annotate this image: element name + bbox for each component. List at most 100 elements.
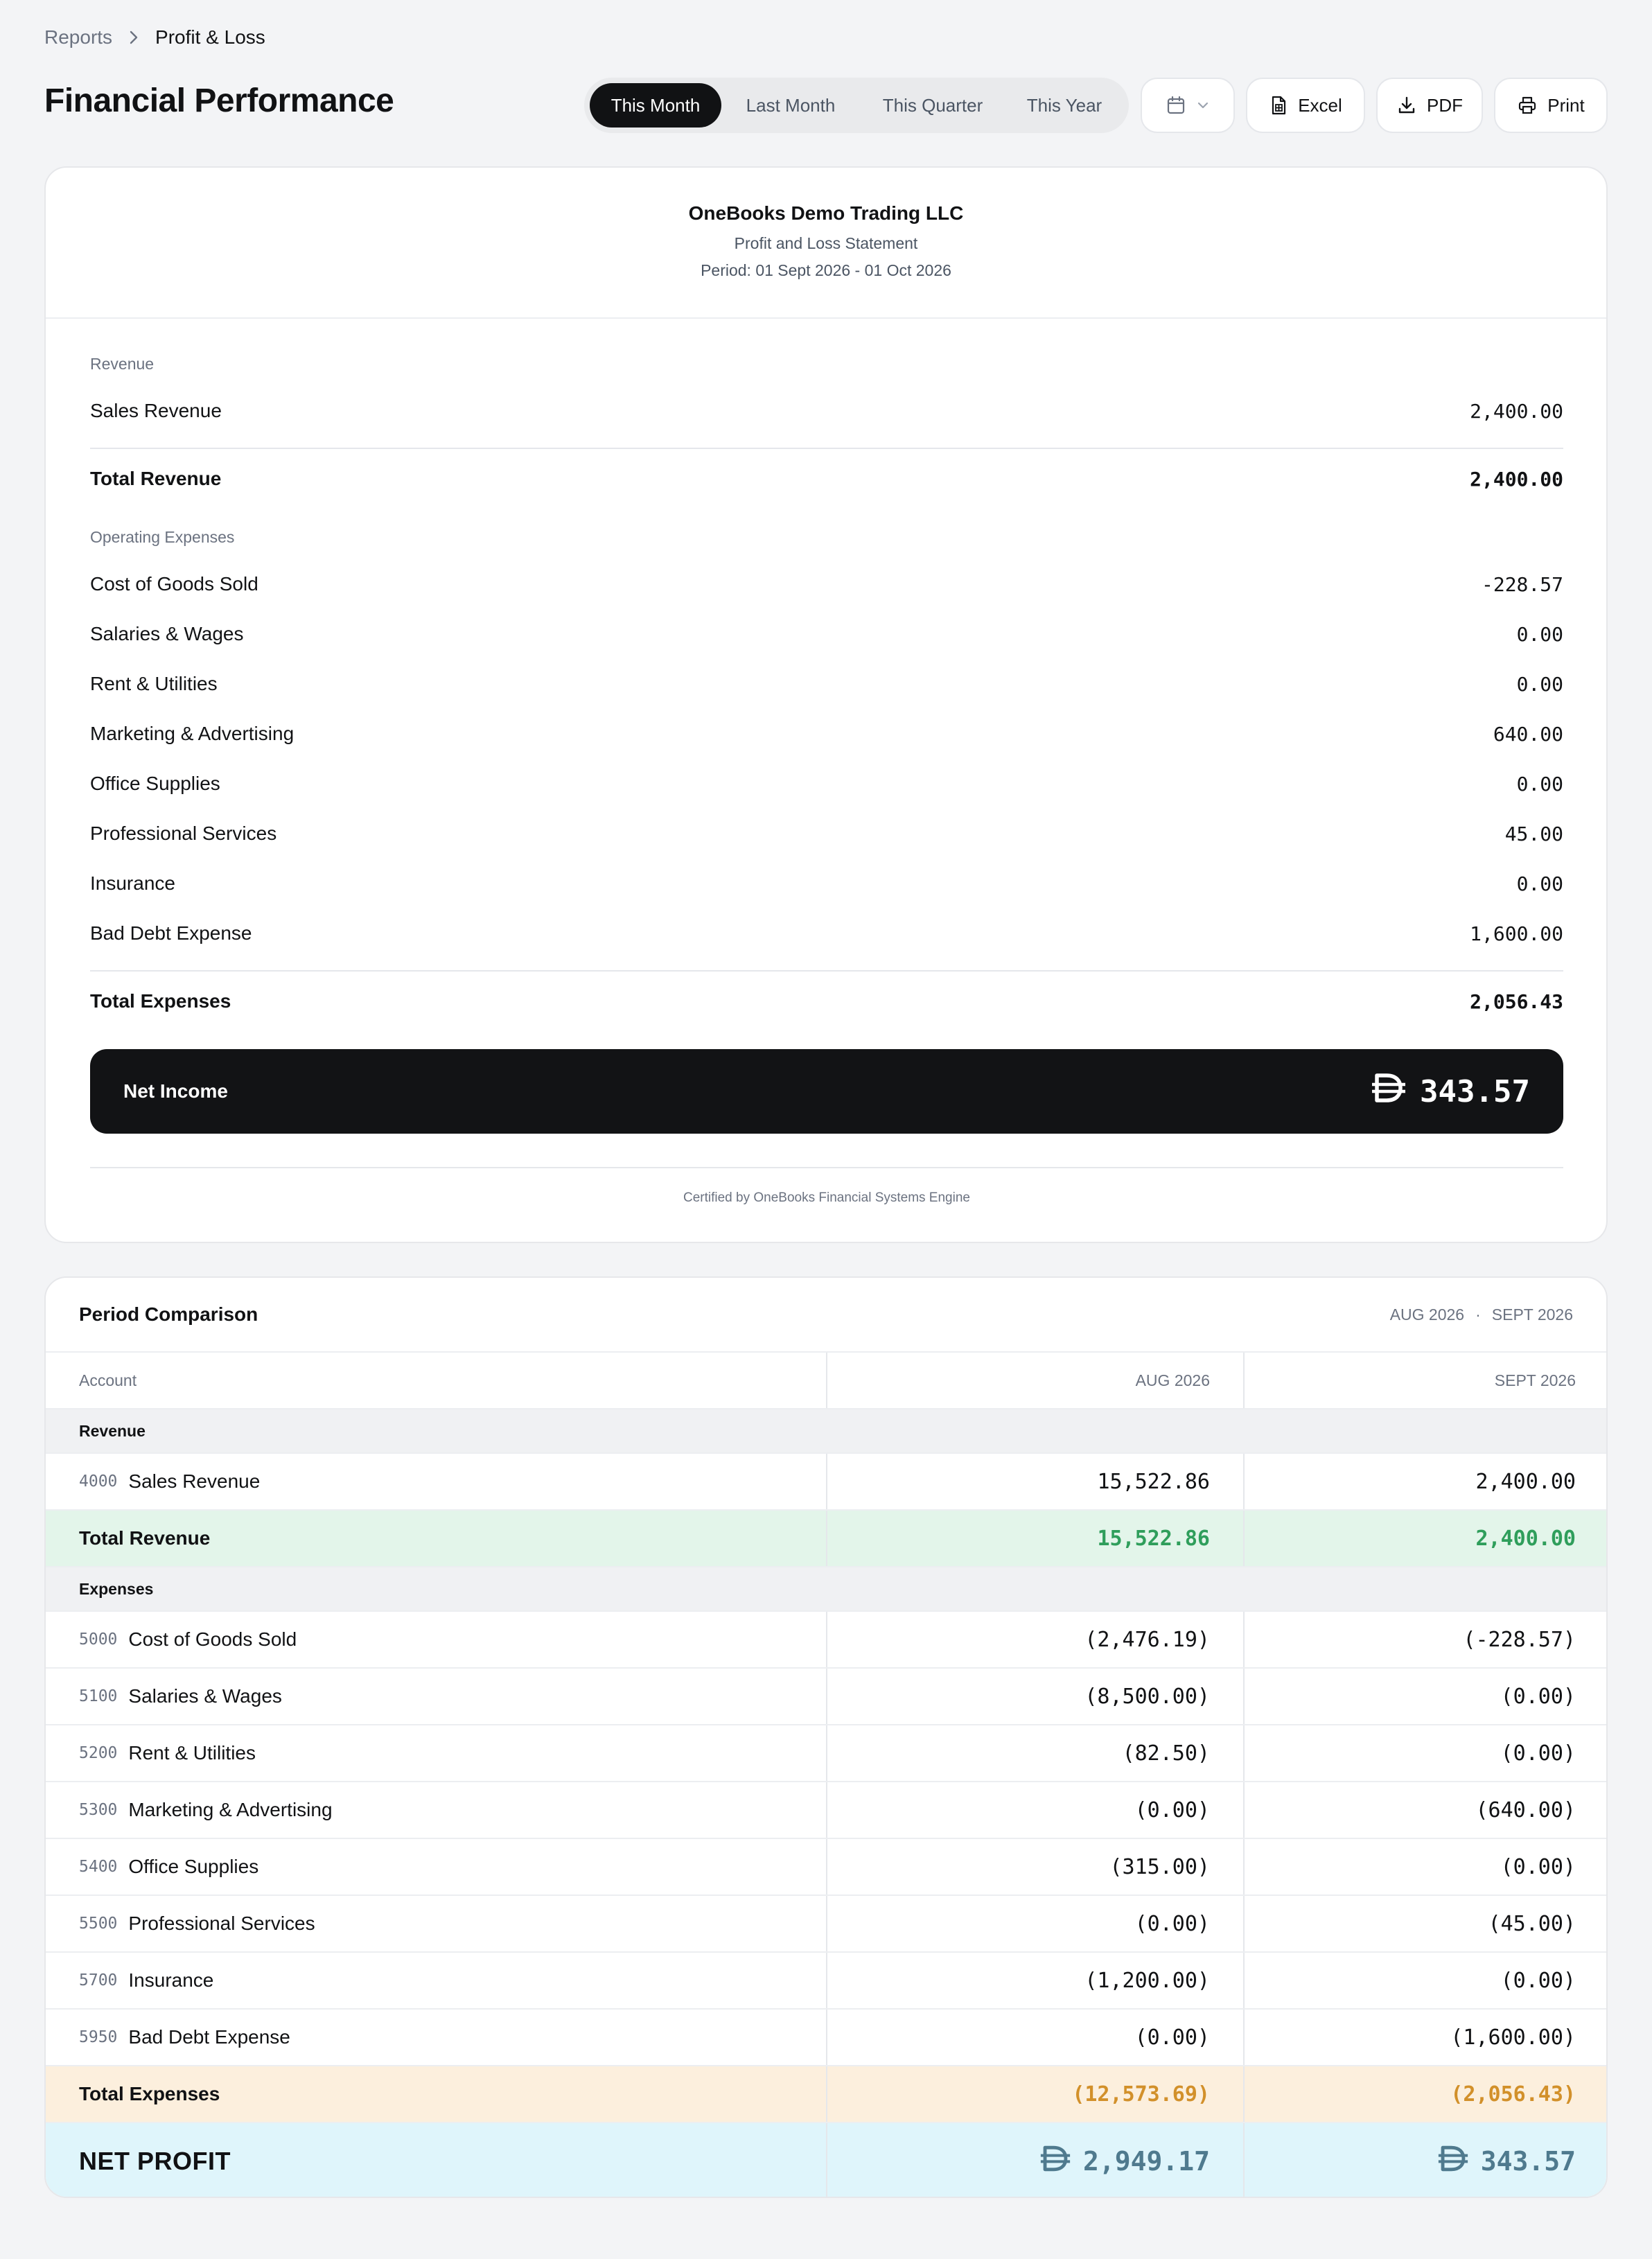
row-amount: 1,600.00 bbox=[1470, 922, 1563, 945]
value-period-a: (12,573.69) bbox=[1072, 2082, 1210, 2107]
account-name: Cost of Goods Sold bbox=[128, 1628, 297, 1650]
row-amount: 2,056.43 bbox=[1470, 990, 1563, 1013]
table-row: 5400 Office Supplies (315.00) (0.00) bbox=[46, 1839, 1606, 1896]
net-profit-period-a: 2,949.17 bbox=[1040, 2145, 1210, 2178]
statement-type: Profit and Loss Statement bbox=[734, 234, 918, 252]
export-pdf-button[interactable]: PDF bbox=[1376, 78, 1483, 133]
row-label: Professional Services bbox=[90, 823, 277, 844]
value-period-b: (1,600.00) bbox=[1450, 2025, 1576, 2050]
tab-this-year[interactable]: This Year bbox=[1005, 83, 1123, 128]
statement-header: OneBooks Demo Trading LLC Profit and Los… bbox=[46, 168, 1606, 319]
account-name: Insurance bbox=[128, 1969, 214, 1991]
net-income-bar: Net Income 343.57 bbox=[90, 1049, 1563, 1134]
table-row: 5700 Insurance (1,200.00) (0.00) bbox=[46, 1953, 1606, 2010]
row-label: Rent & Utilities bbox=[90, 673, 218, 694]
chevron-right-icon bbox=[126, 30, 141, 45]
value-period-b: (-228.57) bbox=[1463, 1627, 1576, 1652]
value-period-b: (0.00) bbox=[1500, 1968, 1576, 1993]
value-period-b: (0.00) bbox=[1500, 1741, 1576, 1766]
printer-icon bbox=[1517, 95, 1538, 116]
row-amount: 0.00 bbox=[1516, 772, 1563, 796]
dirham-symbol-icon bbox=[1438, 2145, 1468, 2178]
print-button[interactable]: Print bbox=[1494, 78, 1608, 133]
account-cell: 5700 Insurance bbox=[46, 1953, 827, 2008]
value-period-b: (0.00) bbox=[1500, 1684, 1576, 1709]
dirham-symbol-icon bbox=[1040, 2145, 1071, 2178]
account-cell: 5300 Marketing & Advertising bbox=[46, 1782, 827, 1838]
table-row: 5950 Bad Debt Expense (0.00) (1,600.00) bbox=[46, 2010, 1606, 2066]
date-picker-button[interactable] bbox=[1141, 78, 1235, 133]
account-cell: 5500 Professional Services bbox=[46, 1896, 827, 1951]
breadcrumb: Reports Profit & Loss bbox=[44, 26, 265, 49]
revenue-section-label: Revenue bbox=[90, 355, 155, 373]
period-comparison-card: Period Comparison AUG 2026 · SEPT 2026 A… bbox=[44, 1276, 1608, 2198]
statement-row: Professional Services 45.00 bbox=[90, 820, 1563, 847]
divider bbox=[90, 1167, 1563, 1168]
expenses-section-label: Operating Expenses bbox=[90, 528, 235, 546]
row-amount: 2,400.00 bbox=[1470, 467, 1563, 491]
account-code: 5300 bbox=[79, 1801, 118, 1819]
row-label: Total Expenses bbox=[90, 990, 231, 1012]
breadcrumb-reports-link[interactable]: Reports bbox=[44, 26, 112, 49]
table-row: 5500 Professional Services (0.00) (45.00) bbox=[46, 1896, 1606, 1953]
breadcrumb-current: Profit & Loss bbox=[155, 26, 265, 48]
account-code: 5950 bbox=[79, 2028, 118, 2046]
comparison-table: Account AUG 2026 SEPT 2026 Revenue 4000 … bbox=[46, 1353, 1606, 2197]
statement-row: Salaries & Wages 0.00 bbox=[90, 620, 1563, 648]
row-amount: 0.00 bbox=[1516, 672, 1563, 696]
table-row: 5000 Cost of Goods Sold (2,476.19) (-228.57… bbox=[46, 1612, 1606, 1669]
table-row: 5300 Marketing & Advertising (0.00) (640.00… bbox=[46, 1782, 1606, 1839]
account-cell: 5000 Cost of Goods Sold bbox=[46, 1612, 827, 1667]
account-code: 4000 bbox=[79, 1473, 118, 1491]
tab-last-month[interactable]: Last Month bbox=[721, 83, 860, 128]
value-period-a: (8,500.00) bbox=[1084, 1684, 1210, 1709]
account-name: Marketing & Advertising bbox=[128, 1799, 333, 1820]
comparison-periods: AUG 2026 · SEPT 2026 bbox=[1390, 1306, 1573, 1324]
value-period-a: (0.00) bbox=[1134, 1911, 1210, 1936]
net-profit-row: NET PROFIT 2,949.17 343.57 bbox=[46, 2123, 1606, 2197]
account-name: Rent & Utilities bbox=[128, 1742, 256, 1764]
tab-this-quarter[interactable]: This Quarter bbox=[860, 83, 1005, 128]
chevron-down-icon bbox=[1196, 100, 1210, 110]
table-row: 4000 Sales Revenue 15,522.86 2,400.00 bbox=[46, 1454, 1606, 1511]
divider bbox=[90, 448, 1563, 449]
value-period-a: (0.00) bbox=[1134, 2025, 1210, 2050]
value-period-b: 2,400.00 bbox=[1475, 1526, 1576, 1551]
col-account-header: Account bbox=[46, 1353, 827, 1408]
period-b-label: SEPT 2026 bbox=[1491, 1305, 1573, 1324]
pdf-label: PDF bbox=[1427, 94, 1463, 116]
table-header-row: Account AUG 2026 SEPT 2026 bbox=[46, 1353, 1606, 1409]
excel-label: Excel bbox=[1298, 94, 1342, 116]
statement-row: Insurance 0.00 bbox=[90, 870, 1563, 897]
account-code: 5700 bbox=[79, 1971, 118, 1989]
row-amount: 0.00 bbox=[1516, 622, 1563, 646]
row-label: Cost of Goods Sold bbox=[90, 573, 258, 595]
row-label: Total Revenue bbox=[90, 468, 222, 489]
account-name: Sales Revenue bbox=[128, 1470, 261, 1492]
total-label: Total Expenses bbox=[46, 2066, 827, 2122]
value-period-a: 15,522.86 bbox=[1097, 1469, 1210, 1494]
value-period-a: (2,476.19) bbox=[1084, 1627, 1210, 1652]
spreadsheet-file-icon bbox=[1269, 95, 1288, 116]
value-period-a: (1,200.00) bbox=[1084, 1968, 1210, 1993]
tab-this-month[interactable]: This Month bbox=[590, 83, 721, 128]
period-separator: · bbox=[1475, 1305, 1481, 1324]
account-code: 5500 bbox=[79, 1915, 118, 1933]
page-title: Financial Performance bbox=[44, 82, 394, 119]
statement-row: Rent & Utilities 0.00 bbox=[90, 670, 1563, 698]
period-tabs: This Month Last Month This Quarter This … bbox=[584, 78, 1129, 133]
divider bbox=[90, 970, 1563, 972]
value-period-b: (640.00) bbox=[1475, 1797, 1576, 1822]
section-label: Expenses bbox=[79, 1579, 154, 1598]
revenue-section-row: Revenue bbox=[46, 1409, 1606, 1454]
account-cell: 4000 Sales Revenue bbox=[46, 1454, 827, 1509]
print-label: Print bbox=[1547, 94, 1585, 116]
export-excel-button[interactable]: Excel bbox=[1246, 78, 1365, 133]
value-period-b: (2,056.43) bbox=[1450, 2082, 1576, 2107]
total-revenue-row: Total Revenue 15,522.86 2,400.00 bbox=[46, 1511, 1606, 1567]
total-revenue-row: Total Revenue 2,400.00 bbox=[90, 465, 1563, 493]
account-code: 5100 bbox=[79, 1687, 118, 1705]
row-label: Sales Revenue bbox=[90, 400, 222, 421]
row-amount: 640.00 bbox=[1493, 722, 1563, 746]
row-amount: 2,400.00 bbox=[1470, 399, 1563, 423]
